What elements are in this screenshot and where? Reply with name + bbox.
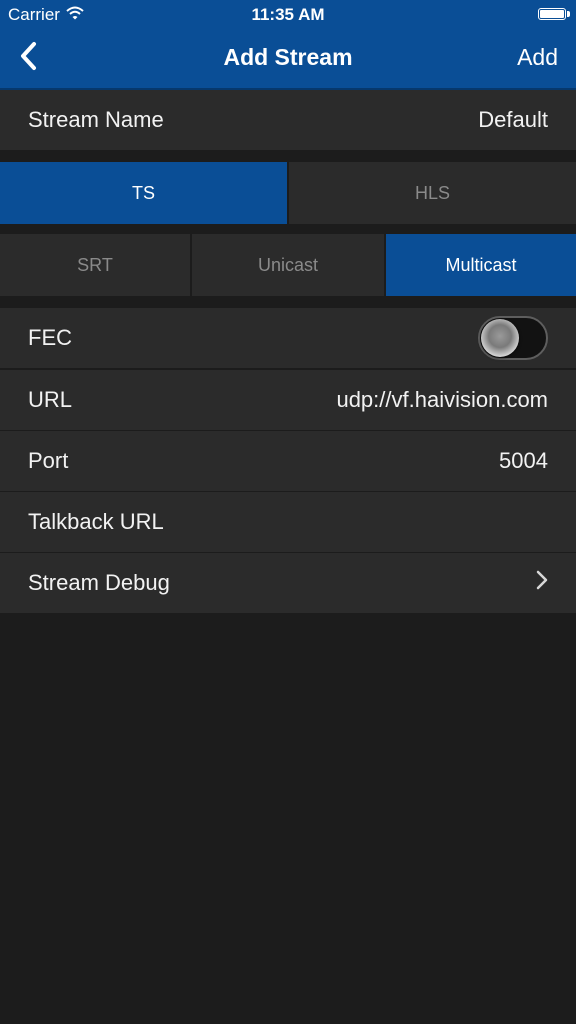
stream-name-value[interactable]: Default: [478, 107, 548, 133]
port-value[interactable]: 5004: [499, 448, 548, 474]
port-row[interactable]: Port 5004: [0, 431, 576, 491]
mode-segmented-control: SRT Unicast Multicast: [0, 234, 576, 296]
fec-label: FEC: [28, 325, 72, 350]
stream-debug-label: Stream Debug: [28, 570, 170, 595]
toggle-knob: [481, 319, 519, 357]
stream-debug-row[interactable]: Stream Debug: [0, 553, 576, 613]
port-label: Port: [28, 448, 69, 473]
nav-bar: Add Stream Add: [0, 30, 576, 88]
tab-srt[interactable]: SRT: [0, 234, 190, 296]
chevron-right-icon: [536, 570, 548, 596]
talkback-url-label: Talkback URL: [28, 509, 164, 534]
format-segmented-control: TS HLS: [0, 162, 576, 224]
add-stream-screen: Carrier 11:35 AM Add Stream Add Stream N…: [0, 0, 576, 1024]
page-title: Add Stream: [223, 44, 353, 70]
tab-multicast[interactable]: Multicast: [386, 234, 576, 296]
url-label: URL: [28, 387, 73, 412]
status-time: 11:35 AM: [251, 5, 325, 24]
stream-name-row[interactable]: Stream Name Default: [0, 90, 576, 150]
status-bar: Carrier 11:35 AM: [0, 0, 576, 30]
battery-icon: [538, 8, 570, 20]
fec-toggle[interactable]: [478, 316, 548, 360]
talkback-url-row[interactable]: Talkback URL: [0, 492, 576, 552]
url-value[interactable]: udp://vf.haivision.com: [336, 387, 548, 413]
fec-row: FEC: [0, 308, 576, 368]
url-row[interactable]: URL udp://vf.haivision.com: [0, 370, 576, 430]
tab-hls[interactable]: HLS: [289, 162, 576, 224]
add-button[interactable]: Add: [517, 44, 558, 71]
tab-ts[interactable]: TS: [0, 162, 287, 224]
stream-name-label: Stream Name: [28, 107, 164, 132]
top-bar: Carrier 11:35 AM Add Stream Add: [0, 0, 576, 90]
tab-unicast[interactable]: Unicast: [192, 234, 384, 296]
